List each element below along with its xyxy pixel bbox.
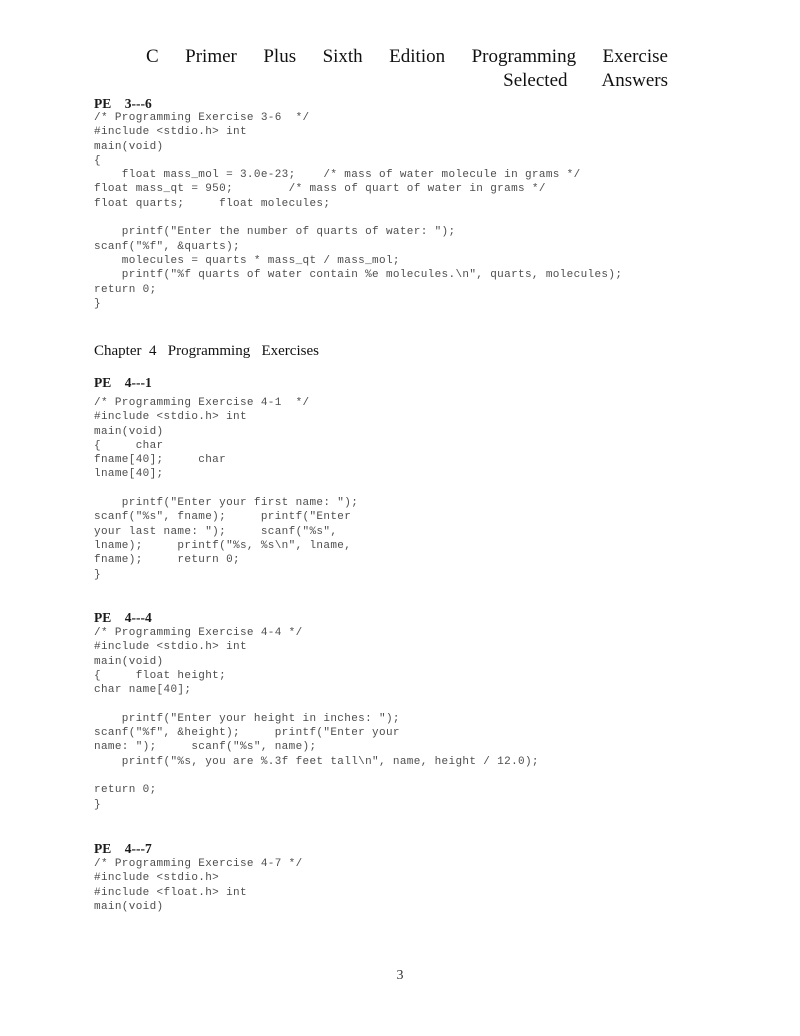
page-number: 3 (396, 968, 404, 983)
pe-heading-4-1: PE 4---1 (94, 375, 152, 390)
chapter-heading-4: Chapter 4 Programming Exercises (94, 343, 319, 359)
title-word: Edition (389, 46, 446, 67)
pe-heading-3-6: PE 3---6 (94, 96, 152, 111)
document-page: C Primer Plus Sixth Edition Programming Exerci… (0, 0, 800, 1036)
code-block-4-1: /* Programming Exercise 4-1 */ #include … (94, 397, 359, 581)
pe-heading-4-7: PE 4---7 (94, 841, 152, 856)
title-word: Primer (185, 46, 237, 67)
title-word: C (146, 46, 159, 67)
code-block-4-4: /* Programming Exercise 4-4 */ #include … (94, 627, 539, 811)
code-block-4-7: /* Programming Exercise 4-7 */ #include … (94, 858, 303, 913)
title-word: Exercise (602, 46, 668, 67)
title-word: Answers (601, 70, 669, 91)
code-block-3-6: /* Programming Exercise 3-6 */ #include … (94, 112, 623, 310)
title-word: Programming (471, 46, 577, 67)
document-title: C Primer Plus Sixth Edition Programming Exerci… (146, 45, 668, 93)
title-word: Plus (263, 46, 297, 67)
title-word: Sixth (322, 46, 363, 67)
pe-heading-4-4: PE 4---4 (94, 610, 152, 625)
title-word: Selected (503, 70, 568, 91)
document-title-line-1: C Primer Plus Sixth Edition Programming Exerci… (146, 45, 668, 69)
document-title-line-2: Selected Answers (146, 69, 668, 93)
